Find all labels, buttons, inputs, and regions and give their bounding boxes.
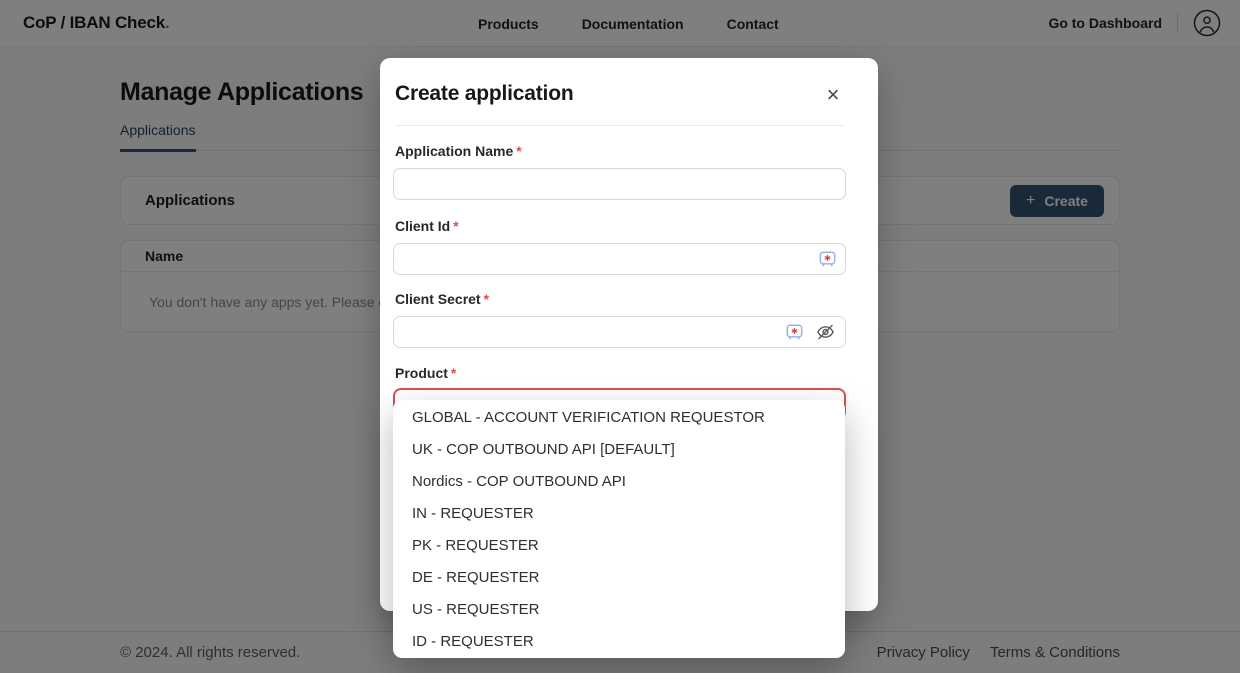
autofill-vault-icon[interactable] bbox=[818, 250, 837, 269]
close-icon[interactable]: × bbox=[822, 84, 844, 106]
product-option[interactable]: DE - REQUESTER bbox=[393, 561, 845, 593]
product-option[interactable]: GLOBAL - ACCOUNT VERIFICATION REQUESTOR bbox=[393, 401, 845, 433]
application-name-label: Application Name* bbox=[395, 143, 522, 159]
label-text: Application Name bbox=[395, 143, 513, 159]
product-label: Product* bbox=[395, 365, 456, 381]
product-option[interactable]: PK - REQUESTER bbox=[393, 529, 845, 561]
client-secret-input[interactable] bbox=[393, 316, 846, 348]
eye-off-icon[interactable] bbox=[815, 322, 836, 343]
client-secret-label: Client Secret* bbox=[395, 291, 489, 307]
product-option[interactable]: US - REQUESTER bbox=[393, 593, 845, 625]
label-text: Product bbox=[395, 365, 448, 381]
product-option[interactable]: IN - REQUESTER bbox=[393, 497, 845, 529]
modal-divider bbox=[395, 125, 845, 126]
screen: CoP / IBAN Check. Products Documentation… bbox=[0, 0, 1240, 673]
product-option[interactable]: UK - COP OUTBOUND API [DEFAULT] bbox=[393, 433, 845, 465]
product-dropdown: GLOBAL - ACCOUNT VERIFICATION REQUESTOR … bbox=[393, 400, 845, 658]
client-secret-field-wrap bbox=[393, 316, 846, 348]
label-text: Client Secret bbox=[395, 291, 481, 307]
product-option[interactable]: Nordics - COP OUTBOUND API bbox=[393, 465, 845, 497]
client-id-label: Client Id* bbox=[395, 218, 459, 234]
product-option[interactable]: ID - REQUESTER bbox=[393, 625, 845, 657]
label-text: Client Id bbox=[395, 218, 450, 234]
required-asterisk: * bbox=[453, 218, 458, 234]
required-asterisk: * bbox=[451, 365, 456, 381]
required-asterisk: * bbox=[516, 143, 521, 159]
application-name-field-wrap bbox=[393, 168, 846, 200]
application-name-input[interactable] bbox=[393, 168, 846, 200]
client-id-input[interactable] bbox=[393, 243, 846, 275]
required-asterisk: * bbox=[484, 291, 489, 307]
client-id-field-wrap bbox=[393, 243, 846, 275]
autofill-vault-icon[interactable] bbox=[785, 323, 804, 342]
modal-title: Create application bbox=[395, 82, 573, 106]
